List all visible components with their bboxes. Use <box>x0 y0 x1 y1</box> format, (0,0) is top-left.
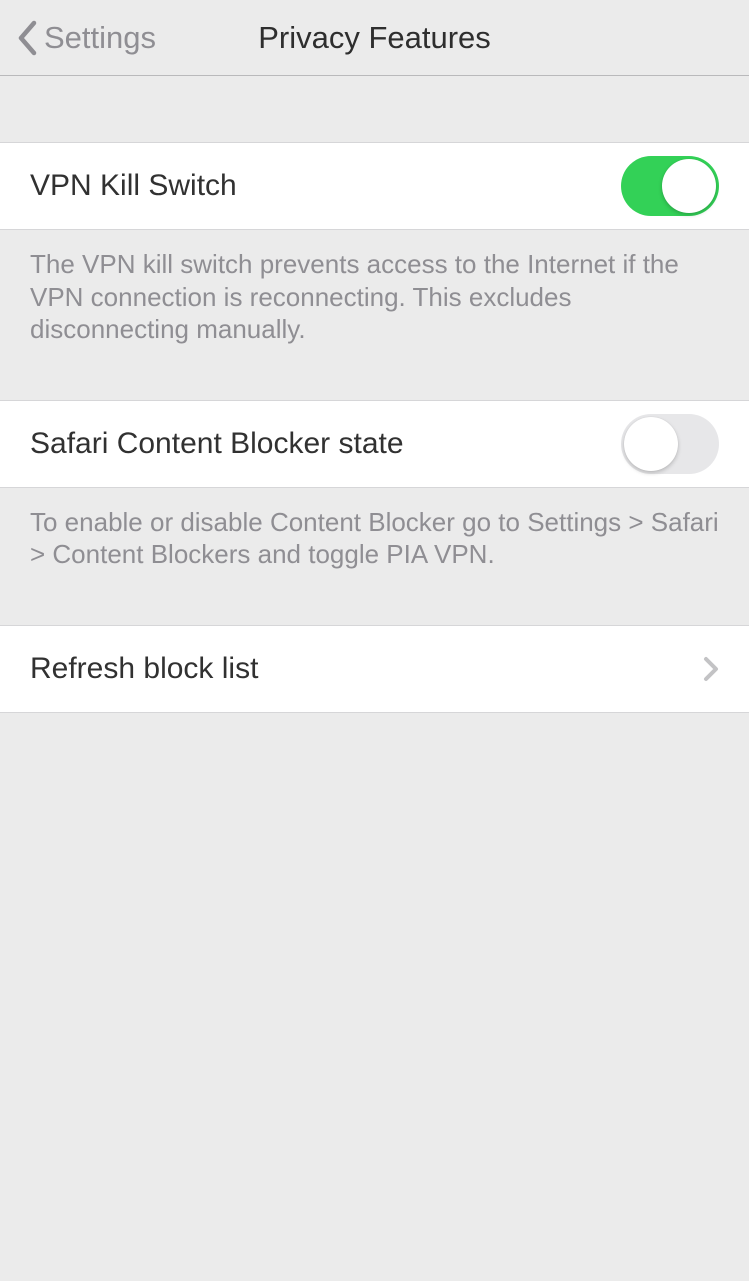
row-label: Refresh block list <box>30 652 258 686</box>
toggle-knob <box>662 159 716 213</box>
row-vpn-kill-switch: VPN Kill Switch <box>0 142 749 230</box>
footer-safari-content-blocker: To enable or disable Content Blocker go … <box>0 488 749 593</box>
row-safari-content-blocker: Safari Content Blocker state <box>0 400 749 488</box>
toggle-safari-content-blocker[interactable] <box>621 414 719 474</box>
spacer <box>0 593 749 625</box>
row-label: Safari Content Blocker state <box>30 427 404 461</box>
footer-vpn-kill-switch: The VPN kill switch prevents access to t… <box>0 230 749 368</box>
row-refresh-block-list[interactable]: Refresh block list <box>0 625 749 713</box>
row-label: VPN Kill Switch <box>30 169 237 203</box>
back-button[interactable]: Settings <box>16 0 156 76</box>
navbar: Settings Privacy Features <box>0 0 749 76</box>
chevron-right-icon <box>703 656 719 682</box>
toggle-knob <box>624 417 678 471</box>
chevron-left-icon <box>16 20 38 56</box>
spacer <box>0 368 749 400</box>
spacer <box>0 76 749 142</box>
toggle-vpn-kill-switch[interactable] <box>621 156 719 216</box>
page-title: Privacy Features <box>258 20 491 56</box>
back-label: Settings <box>44 20 156 56</box>
